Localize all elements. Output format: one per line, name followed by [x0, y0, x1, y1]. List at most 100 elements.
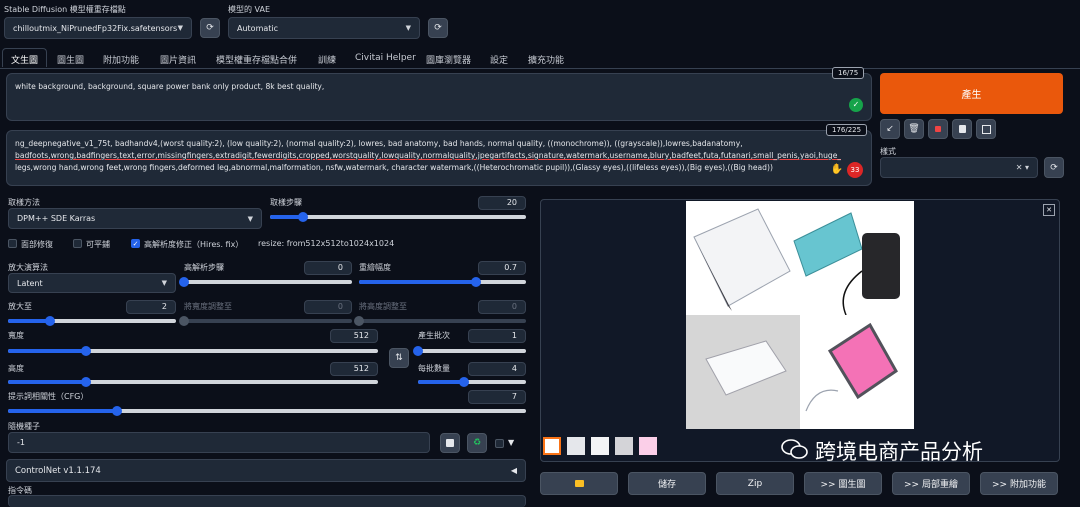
clear-prompt-button[interactable]: 🗑	[904, 119, 924, 139]
model-label: Stable Diffusion 模型權重存檔點	[4, 5, 126, 14]
hires-fix-checkbox[interactable]: ✓	[131, 239, 140, 248]
denoise-input[interactable]: 0.7	[478, 261, 526, 275]
image-grid[interactable]	[686, 201, 914, 429]
chevron-down-icon[interactable]: ▼	[508, 438, 514, 447]
thumbnail[interactable]	[591, 437, 609, 455]
slider-handle[interactable]	[298, 212, 309, 222]
generate-button[interactable]: 產生	[880, 73, 1063, 114]
prompt-token-counter: 16/75	[832, 67, 865, 79]
reuse-seed-button[interactable]: ♻	[467, 433, 487, 453]
batch-size-slider[interactable]	[418, 377, 526, 387]
thumbnail[interactable]	[567, 437, 585, 455]
tab-extensions[interactable]: 擴充功能	[528, 53, 564, 66]
width-slider[interactable]	[8, 346, 378, 356]
height-input[interactable]: 512	[330, 362, 378, 376]
hires-steps-slider[interactable]	[179, 277, 352, 287]
sampling-method-label: 取樣方法	[8, 198, 40, 207]
vae-label: 模型的 VAE	[228, 5, 271, 14]
refresh-vae-button[interactable]: ⟳	[428, 18, 448, 38]
vae-select[interactable]: Automatic ▼	[228, 17, 420, 39]
negative-token-counter: 176/225	[826, 124, 868, 136]
controlnet-label: ControlNet v1.1.174	[15, 466, 101, 476]
random-seed-button[interactable]	[440, 433, 460, 453]
thumbnail[interactable]	[615, 437, 633, 455]
read-params-button[interactable]: ↙	[880, 119, 900, 139]
slider-handle[interactable]	[470, 277, 481, 287]
zip-button[interactable]: Zip	[716, 472, 794, 495]
cfg-input[interactable]: 7	[468, 390, 526, 404]
resize-height-slider[interactable]	[354, 316, 526, 326]
batch-count-slider[interactable]	[413, 346, 526, 356]
arrow-down-left-icon: ↙	[886, 124, 894, 134]
thumbnail[interactable]	[639, 437, 657, 455]
batch-size-input[interactable]: 4	[468, 362, 526, 376]
batch-count-input[interactable]: 1	[468, 329, 526, 343]
tab-checkpoint-merger[interactable]: 模型權重存檔點合併	[216, 53, 297, 66]
tab-settings[interactable]: 設定	[490, 53, 508, 66]
tab-extras[interactable]: 附加功能	[103, 53, 139, 66]
clear-icon[interactable]: ✕ ▾	[1016, 163, 1029, 172]
refresh-model-button[interactable]: ⟳	[200, 18, 220, 38]
width-input[interactable]: 512	[330, 329, 378, 343]
upscale-by-label: 放大至	[8, 302, 32, 311]
upscaler-select[interactable]: Latent ▼	[8, 273, 176, 293]
denoise-label: 重繪幅度	[359, 263, 391, 272]
recycle-icon: ♻	[472, 438, 482, 448]
extra-networks-button[interactable]	[928, 119, 948, 139]
tab-txt2img[interactable]: 文生圖	[2, 48, 48, 67]
send-to-inpaint-button[interactable]: >> 局部重繪	[892, 472, 970, 495]
open-folder-button[interactable]	[540, 472, 618, 495]
prompt-input[interactable]: white background, background, square pow…	[6, 73, 872, 121]
slider-handle[interactable]	[459, 377, 470, 387]
save-button[interactable]: 儲存	[628, 472, 706, 495]
resize-width-input[interactable]: 0	[304, 300, 352, 314]
face-restore-checkbox[interactable]	[8, 239, 17, 248]
send-to-extras-button[interactable]: >> 附加功能	[980, 472, 1058, 495]
sampling-steps-slider[interactable]	[270, 212, 526, 222]
resize-height-input[interactable]: 0	[478, 300, 526, 314]
height-slider[interactable]	[8, 377, 378, 387]
slider-handle[interactable]	[80, 377, 91, 387]
seed-input[interactable]: -1	[8, 432, 430, 453]
upscale-by-slider[interactable]	[8, 316, 176, 326]
hires-steps-input[interactable]: 0	[304, 261, 352, 275]
error-count-badge[interactable]: 33	[847, 162, 863, 178]
tiling-checkbox[interactable]	[73, 239, 82, 248]
slider-handle[interactable]	[179, 316, 189, 326]
tab-civitai-helper[interactable]: Civitai Helper	[355, 53, 416, 63]
tab-png-info[interactable]: 圖片資訊	[160, 53, 196, 66]
cfg-slider[interactable]	[8, 406, 526, 416]
denoise-slider[interactable]	[359, 277, 526, 287]
resize-width-slider[interactable]	[179, 316, 352, 326]
thumbnail[interactable]	[543, 437, 561, 455]
save-style-button[interactable]	[976, 119, 996, 139]
tab-img2img[interactable]: 圖生圖	[57, 53, 84, 66]
swap-dimensions-button[interactable]: ⇅	[389, 348, 409, 368]
apply-style-button[interactable]	[952, 119, 972, 139]
styles-select[interactable]: ✕ ▾	[880, 157, 1038, 178]
slider-handle[interactable]	[413, 346, 423, 356]
send-to-img2img-button[interactable]: >> 圖生圖	[804, 472, 882, 495]
slider-handle[interactable]	[179, 277, 189, 287]
slider-handle[interactable]	[354, 316, 364, 326]
close-icon[interactable]: ✕	[1043, 204, 1055, 216]
sampling-method-value: DPM++ SDE Karras	[17, 214, 96, 223]
extra-seed-checkbox[interactable]	[495, 439, 504, 448]
negative-prompt-input[interactable]: ng_deepnegative_v1_75t, badhandv4,(worst…	[6, 130, 872, 186]
tab-train[interactable]: 訓練	[318, 53, 336, 66]
grammar-icon[interactable]: ✓	[849, 98, 863, 112]
slider-handle[interactable]	[111, 406, 122, 416]
upscaler-label: 放大演算法	[8, 263, 48, 272]
upscale-by-input[interactable]: 2	[126, 300, 176, 314]
model-select[interactable]: chilloutmix_NiPrunedFp32Fix.safetensors …	[4, 17, 192, 39]
tab-image-browser[interactable]: 圖庫瀏覽器	[426, 53, 471, 66]
refresh-icon: ⟳	[1050, 162, 1058, 173]
refresh-styles-button[interactable]: ⟳	[1044, 157, 1064, 178]
controlnet-accordion[interactable]: ControlNet v1.1.174 ◀	[6, 459, 526, 482]
sampling-steps-input[interactable]: 20	[478, 196, 526, 210]
negative-line-3: legs,wrong hand,wrong feet,wrong fingers…	[15, 163, 773, 172]
slider-handle[interactable]	[80, 346, 91, 356]
sampling-method-select[interactable]: DPM++ SDE Karras ▼	[8, 208, 262, 229]
script-select[interactable]	[8, 495, 526, 507]
slider-handle[interactable]	[45, 316, 55, 326]
